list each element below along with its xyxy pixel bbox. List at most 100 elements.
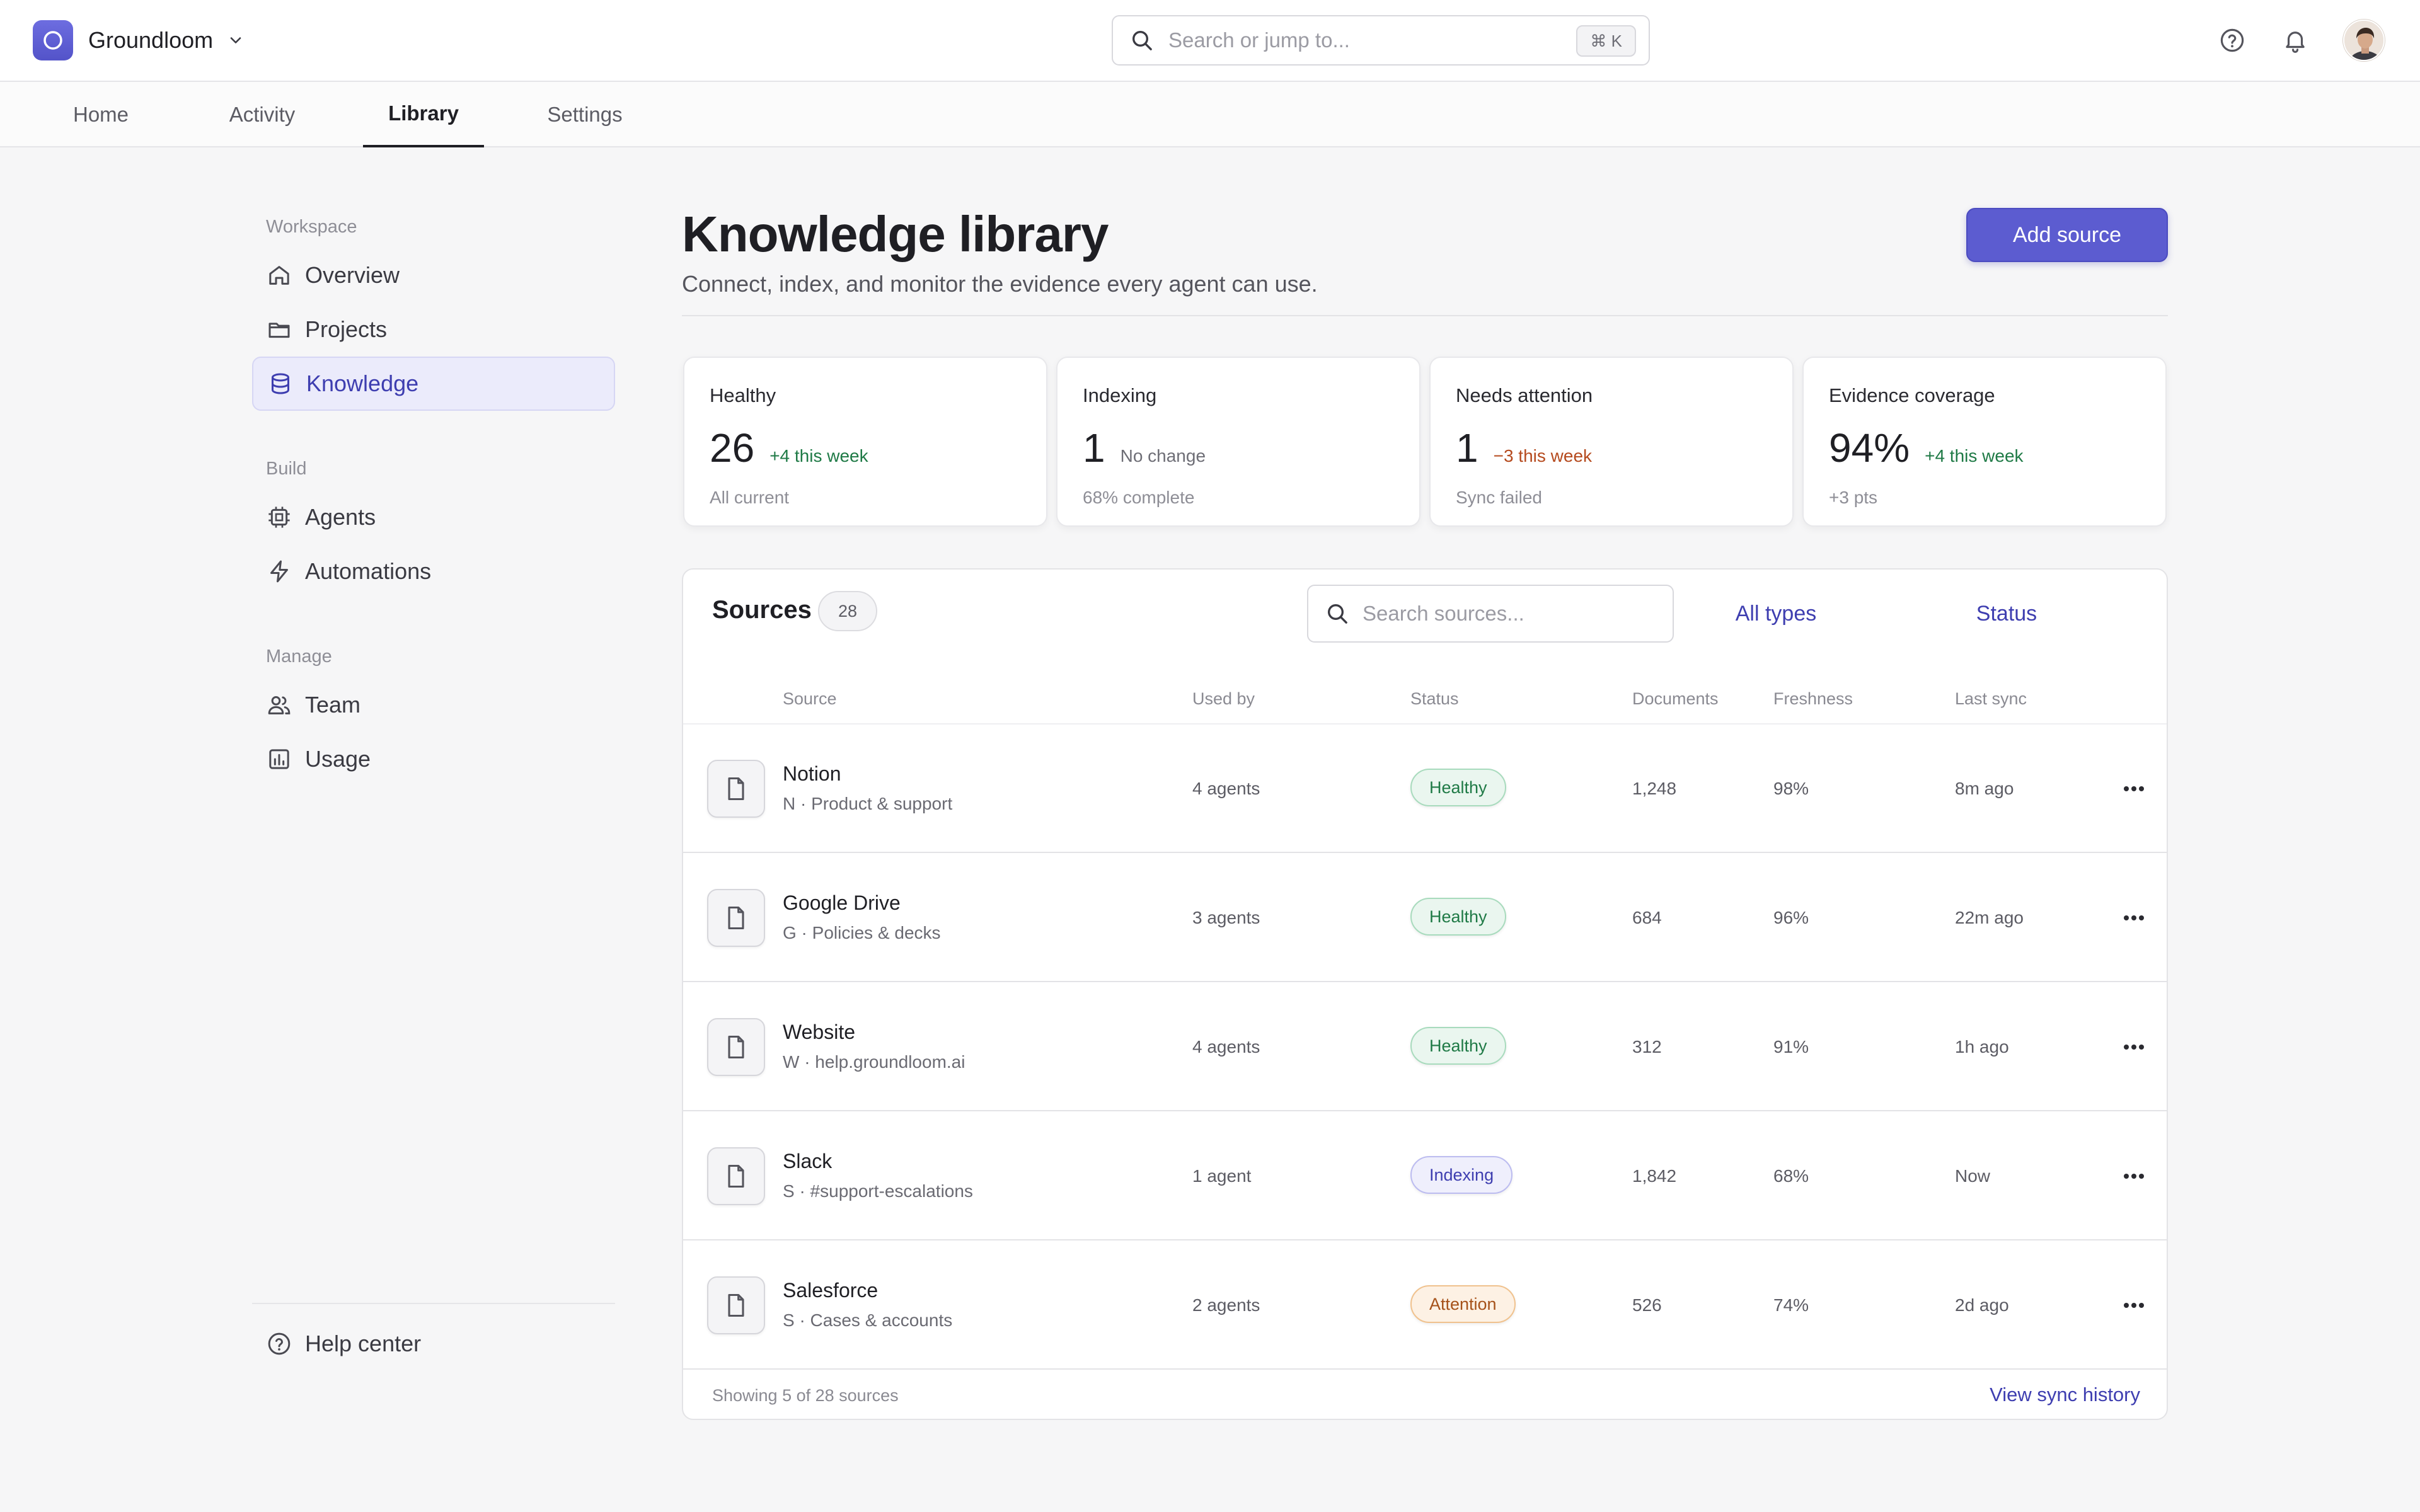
stat-card-indexing: Indexing 1 No change 68% complete bbox=[1056, 357, 1420, 527]
file-icon bbox=[707, 1276, 765, 1334]
table-row[interactable]: Website W · help.groundloom.ai 4 agents … bbox=[683, 983, 2167, 1111]
documents-cell: 312 bbox=[1632, 1037, 1662, 1057]
workspace-switcher[interactable]: Groundloom bbox=[33, 20, 245, 60]
freshness-cell: 96% bbox=[1773, 908, 1809, 927]
sidebar-item-automations[interactable]: Automations bbox=[252, 544, 615, 598]
top-bar: Groundloom ⌘ K bbox=[0, 0, 2420, 82]
tab-settings[interactable]: Settings bbox=[536, 82, 634, 147]
type-filter-button[interactable]: All types bbox=[1713, 585, 1839, 643]
sidebar-item-agents[interactable]: Agents bbox=[252, 490, 615, 544]
global-search[interactable]: ⌘ K bbox=[1112, 15, 1650, 66]
sidebar-item-label: Projects bbox=[305, 316, 388, 342]
table-row[interactable]: Salesforce S · Cases & accounts 2 agents… bbox=[683, 1241, 2167, 1370]
sidebar-item-help-center[interactable]: Help center bbox=[252, 1317, 615, 1371]
more-options-icon[interactable] bbox=[2115, 1165, 2153, 1188]
stat-label: Healthy bbox=[710, 384, 776, 406]
file-icon bbox=[707, 760, 765, 818]
sidebar-item-label: Help center bbox=[305, 1331, 422, 1356]
column-header-used-by: Used by bbox=[1192, 689, 1255, 708]
last-sync-cell: 2d ago bbox=[1955, 1295, 2009, 1315]
stat-value: 26 bbox=[710, 425, 755, 471]
source-name: Slack bbox=[783, 1150, 833, 1172]
last-sync-cell: 1h ago bbox=[1955, 1037, 2009, 1057]
stat-card-needs-attention: Needs attention 1 −3 this week Sync fail… bbox=[1429, 357, 1794, 527]
column-header-last-sync: Last sync bbox=[1955, 689, 2027, 708]
sources-count-badge: 28 bbox=[818, 591, 877, 631]
bell-icon[interactable] bbox=[2280, 25, 2310, 55]
stat-value: 1 bbox=[1083, 425, 1105, 471]
stat-note: +3 pts bbox=[1829, 488, 1878, 507]
tab-home[interactable]: Home bbox=[60, 82, 141, 147]
status-badge: Healthy bbox=[1410, 1027, 1506, 1065]
folder-icon bbox=[266, 316, 292, 343]
tab-activity[interactable]: Activity bbox=[217, 82, 308, 147]
stat-note: 68% complete bbox=[1083, 488, 1195, 507]
pagination-summary: Showing 5 of 28 sources bbox=[712, 1386, 899, 1405]
sidebar-item-team[interactable]: Team bbox=[252, 678, 615, 732]
sidebar-item-usage[interactable]: Usage bbox=[252, 732, 615, 786]
search-icon bbox=[1129, 28, 1155, 53]
used-by-cell: 3 agents bbox=[1192, 908, 1260, 927]
source-name: Website bbox=[783, 1021, 856, 1043]
file-icon bbox=[707, 1018, 765, 1076]
help-circle-icon bbox=[266, 1331, 292, 1357]
used-by-cell: 1 agent bbox=[1192, 1166, 1252, 1186]
home-icon bbox=[266, 262, 292, 289]
stat-label: Indexing bbox=[1083, 384, 1157, 406]
used-by-cell: 4 agents bbox=[1192, 779, 1260, 798]
more-options-icon[interactable] bbox=[2115, 777, 2153, 800]
stat-card-evidence-coverage: Evidence coverage 94% +4 this week +3 pt… bbox=[1802, 357, 2167, 527]
status-filter-button[interactable]: Status bbox=[1956, 585, 2057, 643]
sidebar-divider bbox=[252, 1303, 615, 1304]
help-icon[interactable] bbox=[2217, 25, 2247, 55]
database-icon bbox=[267, 370, 294, 397]
sidebar-section-title: Workspace bbox=[266, 217, 357, 237]
sidebar-item-label: Team bbox=[305, 692, 361, 718]
more-options-icon[interactable] bbox=[2115, 907, 2153, 929]
more-options-icon[interactable] bbox=[2115, 1036, 2153, 1058]
tab-library[interactable]: Library bbox=[363, 82, 484, 147]
stat-delta: No change bbox=[1120, 446, 1206, 466]
stat-note: Sync failed bbox=[1456, 488, 1542, 507]
table-footer: Showing 5 of 28 sources View sync histor… bbox=[683, 1371, 2167, 1419]
sidebar-item-knowledge[interactable]: Knowledge bbox=[252, 357, 615, 411]
stat-label: Evidence coverage bbox=[1829, 384, 1995, 406]
source-meta: N · Product & support bbox=[783, 794, 953, 813]
stat-value: 1 bbox=[1456, 425, 1478, 471]
table-row[interactable]: Notion N · Product & support 4 agents He… bbox=[683, 724, 2167, 853]
view-sync-history-link[interactable]: View sync history bbox=[1990, 1383, 2140, 1406]
sidebar-item-label: Overview bbox=[305, 262, 400, 288]
cpu-icon bbox=[266, 504, 292, 530]
file-icon bbox=[707, 1147, 765, 1205]
more-options-icon[interactable] bbox=[2115, 1294, 2153, 1317]
freshness-cell: 68% bbox=[1773, 1166, 1809, 1186]
source-meta: G · Policies & decks bbox=[783, 923, 941, 942]
add-source-button[interactable]: Add source bbox=[1966, 208, 2168, 262]
stat-label: Needs attention bbox=[1456, 384, 1593, 406]
stat-value: 94% bbox=[1829, 425, 1910, 471]
sidebar-item-label: Knowledge bbox=[306, 370, 419, 396]
sidebar-item-projects[interactable]: Projects bbox=[252, 302, 615, 357]
header-divider bbox=[682, 315, 2168, 316]
status-badge: Healthy bbox=[1410, 898, 1506, 936]
source-name: Notion bbox=[783, 762, 841, 785]
user-avatar[interactable] bbox=[2343, 20, 2385, 61]
workspace-name: Groundloom bbox=[88, 27, 214, 53]
sources-search-input[interactable] bbox=[1363, 602, 1659, 626]
column-header-freshness: Freshness bbox=[1773, 689, 1853, 708]
keyboard-shortcut-badge: ⌘ K bbox=[1576, 25, 1636, 57]
global-search-input[interactable] bbox=[1168, 28, 1572, 52]
status-badge: Attention bbox=[1410, 1285, 1516, 1323]
page-subtitle: Connect, index, and monitor the evidence… bbox=[682, 271, 1318, 297]
table-row[interactable]: Google Drive G · Policies & decks 3 agen… bbox=[683, 854, 2167, 982]
file-icon bbox=[707, 889, 765, 947]
last-sync-cell: 22m ago bbox=[1955, 908, 2024, 927]
sources-search[interactable] bbox=[1307, 585, 1674, 643]
sidebar-item-overview[interactable]: Overview bbox=[252, 248, 615, 302]
documents-cell: 526 bbox=[1632, 1295, 1662, 1315]
table-row[interactable]: Slack S · #support-escalations 1 agent I… bbox=[683, 1112, 2167, 1240]
sources-title: Sources bbox=[712, 596, 812, 624]
documents-cell: 684 bbox=[1632, 908, 1662, 927]
last-sync-cell: 8m ago bbox=[1955, 779, 2014, 798]
column-header-status: Status bbox=[1410, 689, 1459, 708]
